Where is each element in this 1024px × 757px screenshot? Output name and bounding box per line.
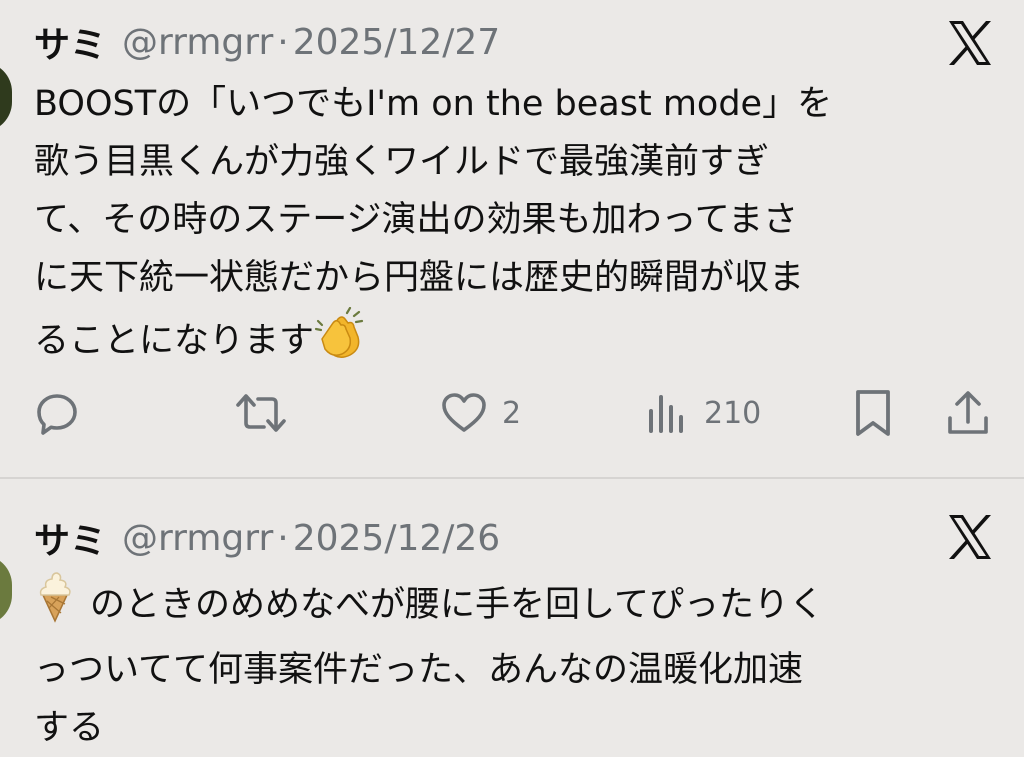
tweet-date[interactable]: 2025/12/27 (293, 22, 501, 63)
clapping-hands-icon (314, 306, 366, 377)
user-handle[interactable]: @rrmgrr (122, 518, 273, 559)
soft-ice-cream-icon (34, 571, 76, 641)
view-count: 210 (704, 395, 762, 431)
heart-icon (442, 393, 486, 432)
user-handle[interactable]: @rrmgrr (122, 22, 273, 63)
header-separator: · (277, 517, 289, 559)
tweet-actions: 2 210 (0, 385, 1024, 441)
x-logo-icon[interactable] (946, 513, 994, 561)
share-icon (948, 391, 988, 434)
display-name[interactable]: サミ (34, 16, 106, 68)
views-button[interactable]: 210 (646, 385, 761, 441)
bookmark-icon (856, 390, 890, 436)
repost-icon (236, 394, 286, 432)
tweet-text: のときのめめなべが腰に手を回してぴったりく っついてて何事案件だった、あんなの温… (34, 571, 984, 757)
views-icon (649, 395, 683, 433)
tweet[interactable]: サミ @rrmgrr · 2025/12/27 BOOSTの「いつでもI'm o… (0, 0, 1024, 478)
avatar[interactable] (0, 555, 12, 625)
bookmark-button[interactable] (852, 385, 894, 441)
tweet-text-content: のときのめめなべが腰に手を回してぴったりく っついてて何事案件だった、あんなの温… (34, 585, 824, 748)
display-name[interactable]: サミ (34, 512, 106, 564)
header-separator: · (277, 21, 289, 63)
avatar[interactable] (0, 62, 12, 132)
tweet[interactable]: サミ @rrmgrr · 2025/12/26 のときのめめなべが腰に手を回して… (0, 479, 1024, 754)
tweet-header: サミ @rrmgrr · 2025/12/26 (34, 512, 501, 564)
x-logo-icon[interactable] (946, 19, 994, 67)
tweet-header: サミ @rrmgrr · 2025/12/27 (34, 16, 501, 68)
tweet-date[interactable]: 2025/12/26 (293, 518, 501, 559)
like-button[interactable]: 2 (440, 385, 521, 441)
tweet-text: BOOSTの「いつでもI'm on the beast mode」を 歌う目黒く… (34, 75, 984, 377)
reply-icon (37, 394, 77, 435)
reply-button[interactable] (33, 385, 81, 441)
tweet-text-content: BOOSTの「いつでもI'm on the beast mode」を 歌う目黒く… (34, 84, 833, 361)
share-button[interactable] (944, 385, 992, 441)
repost-button[interactable] (235, 385, 287, 441)
like-count: 2 (502, 395, 522, 431)
